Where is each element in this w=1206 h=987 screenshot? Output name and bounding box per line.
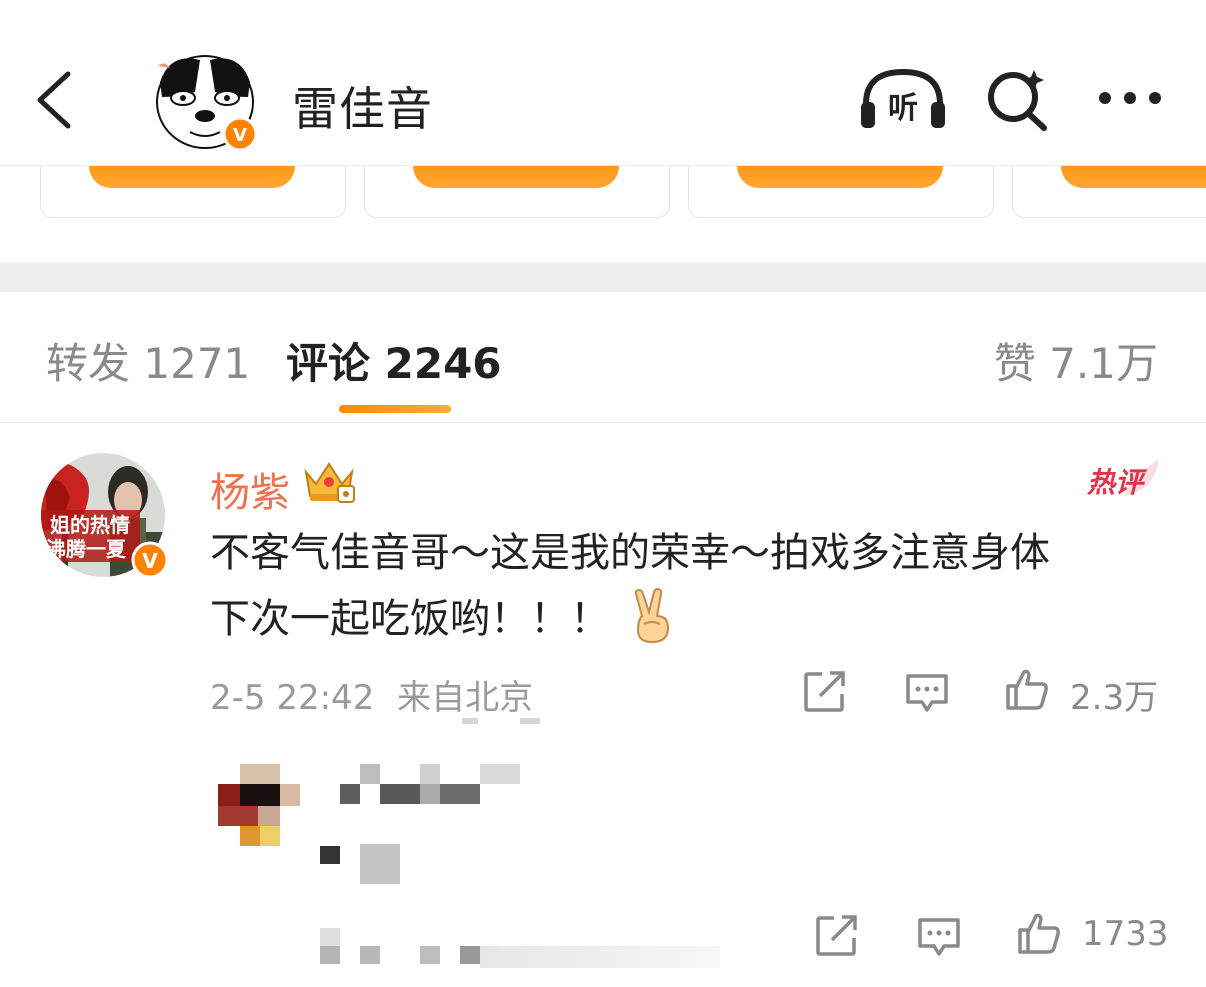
commenter-name[interactable]: 杨紫 (210, 460, 290, 518)
back-icon[interactable] (30, 70, 78, 130)
comment-time: 2-5 22:42 (210, 678, 375, 718)
hot-badge-label: 热评 (1086, 466, 1147, 499)
victory-hand-emoji-icon (634, 588, 670, 644)
top-bar: V 雷佳音 听 (0, 0, 1206, 166)
pixelated-artifact (520, 718, 540, 724)
reply-avatar-blurred[interactable] (218, 764, 302, 846)
action-card[interactable] (688, 166, 994, 218)
comment-text-line-1: 不客气佳音哥～这是我的荣幸～拍戏多注意身体 (210, 530, 1050, 576)
active-tab-indicator (339, 405, 451, 413)
listen-label: 听 (888, 91, 918, 126)
reply-text-blurred (320, 844, 402, 886)
more-icon[interactable] (1095, 86, 1165, 110)
comment-location: 来自北京 (397, 678, 534, 718)
like-count: 2.3万 (1070, 678, 1159, 718)
hot-comment-badge: 热评 (1085, 450, 1165, 500)
section-divider (0, 262, 1206, 292)
author-name[interactable]: 雷佳音 (292, 73, 433, 139)
repost-icon[interactable] (802, 668, 848, 714)
tab-comments[interactable]: 评论 2246 (286, 330, 502, 391)
card-button[interactable] (1061, 166, 1206, 188)
card-button[interactable] (737, 166, 943, 188)
search-icon[interactable] (984, 66, 1050, 132)
reply-like-icon[interactable] (1016, 910, 1062, 956)
reply-reply-icon[interactable] (916, 914, 962, 960)
reply-username-blurred[interactable] (340, 764, 520, 806)
reply-icon[interactable] (904, 670, 950, 716)
svg-text:沸腾一夏: 沸腾一夏 (46, 537, 127, 561)
pixelated-artifact (462, 718, 478, 724)
svg-text:V: V (233, 125, 247, 146)
listen-icon[interactable]: 听 (858, 66, 948, 132)
comment-text-line-2: 下次一起吃饭哟！！！ (210, 596, 610, 642)
card-button[interactable] (413, 166, 619, 188)
crown-badge-icon[interactable] (300, 458, 358, 504)
tabs-divider (0, 422, 1206, 423)
action-card[interactable] (1012, 166, 1206, 218)
like-icon[interactable] (1004, 666, 1050, 712)
reply-like-count: 1733 (1082, 914, 1169, 954)
reply-repost-icon[interactable] (814, 912, 860, 958)
comment-meta: 2-5 22:42 来自北京 (210, 670, 533, 719)
tab-likes[interactable]: 赞 7.1万 (994, 330, 1158, 391)
tab-reposts[interactable]: 转发 1271 (46, 330, 250, 391)
commenter-avatar[interactable]: 姐的热情 沸腾一夏 V (40, 452, 170, 582)
card-button[interactable] (89, 166, 295, 188)
author-avatar[interactable]: V (150, 52, 260, 152)
svg-text:V: V (142, 549, 158, 573)
svg-text:姐的热情: 姐的热情 (50, 513, 130, 537)
action-card[interactable] (364, 166, 670, 218)
action-card[interactable] (40, 166, 346, 218)
reply-meta-blurred (320, 928, 720, 970)
